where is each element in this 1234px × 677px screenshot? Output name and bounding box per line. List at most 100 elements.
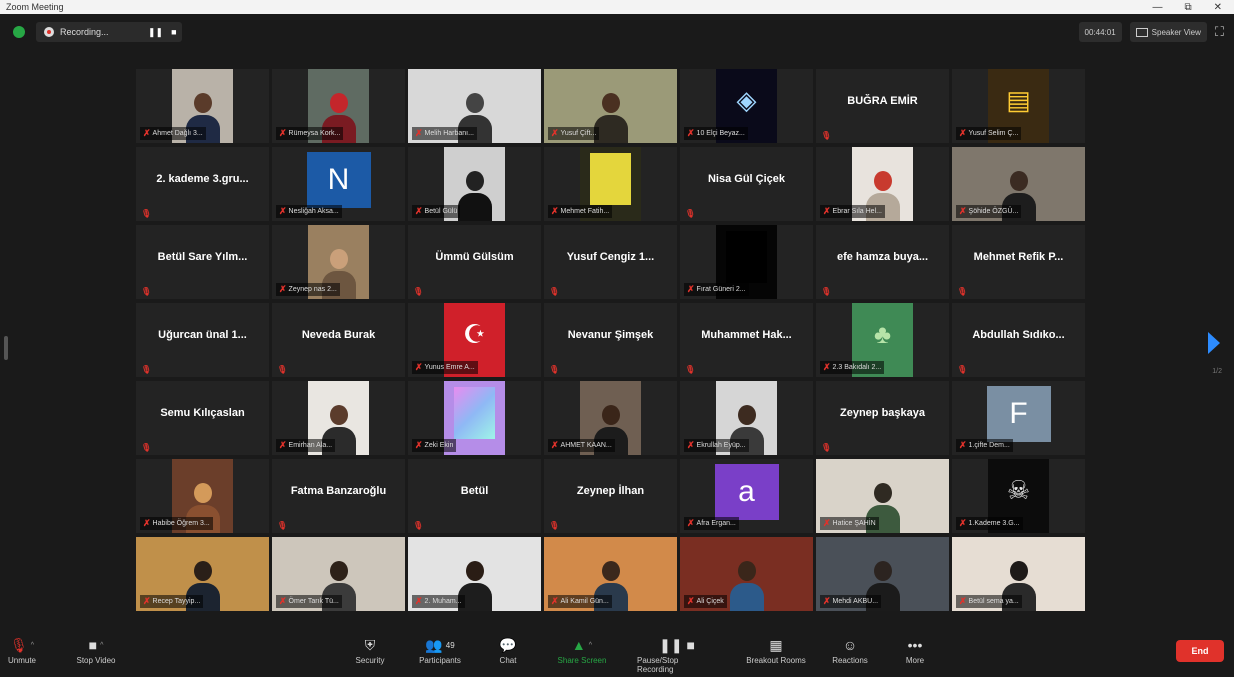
pause-recording-button[interactable]: ❚❚ bbox=[148, 27, 163, 38]
participant-name: Uğurcan ünal 1... bbox=[158, 329, 247, 341]
participant-tile[interactable]: ✗ Hatice ŞAHİN bbox=[816, 459, 949, 533]
chevron-up-icon[interactable]: ^ bbox=[31, 642, 34, 649]
participant-tile[interactable]: ✗ Ahmet Dağlı 3... bbox=[136, 69, 269, 143]
profile-image bbox=[590, 153, 631, 205]
participant-tile[interactable]: Muhammet Hak... 🎙 bbox=[680, 303, 813, 377]
fullscreen-icon[interactable]: ⛶ bbox=[1215, 24, 1224, 40]
participant-tile[interactable]: ✗ Ebrar Sıla Hel... bbox=[816, 147, 949, 221]
person-head bbox=[193, 561, 212, 581]
stop-recording-button[interactable]: ■ bbox=[171, 27, 176, 37]
participant-tile[interactable]: ☪ ✗ Yunus Emre A... bbox=[408, 303, 541, 377]
muted-mic-icon: 🎙 bbox=[141, 287, 152, 296]
participant-tile[interactable]: ✗ Ömer Tarık Tü... bbox=[272, 537, 405, 611]
view-controls: 00:44:01 Speaker View ⛶ bbox=[1078, 22, 1224, 42]
participant-tile[interactable]: Zeynep İlhan 🎙 bbox=[544, 459, 677, 533]
participant-tile[interactable]: ✗ Rümeysa Kork... bbox=[272, 69, 405, 143]
participant-tile[interactable]: Yusuf Cengiz 1... 🎙 bbox=[544, 225, 677, 299]
participant-tile[interactable]: ✗ Ali Çiçek bbox=[680, 537, 813, 611]
participant-name: Habibe Öğrem 3... bbox=[152, 520, 210, 527]
participant-label: ✗ Mehmet Fatih... bbox=[548, 205, 613, 218]
participant-tile[interactable]: ✗ Zeynep nas 2... bbox=[272, 225, 405, 299]
participant-tile[interactable]: ✗ Betül sema ya... bbox=[952, 537, 1085, 611]
participant-tile[interactable]: F ✗ 1.çifte Dem... bbox=[952, 381, 1085, 455]
participant-tile[interactable]: ✗ 2. Muham... bbox=[408, 537, 541, 611]
share-screen-button[interactable]: ▲ ^ Share Screen bbox=[542, 634, 622, 665]
muted-mic-icon: 🎙 bbox=[685, 209, 696, 218]
participant-tile[interactable]: ✗ AHMET KAAN... bbox=[544, 381, 677, 455]
participant-tile[interactable]: ✗ Ali Kamil Gün... bbox=[544, 537, 677, 611]
person-head bbox=[1009, 561, 1028, 581]
participant-name: Ekrullah Eyüp... bbox=[696, 442, 746, 449]
participant-tile[interactable]: 2. kademe 3.gru... 🎙 bbox=[136, 147, 269, 221]
participant-tile[interactable]: Betül Sare Yılm... 🎙 bbox=[136, 225, 269, 299]
participant-tile[interactable]: Fatma Banzaroğlu 🎙 bbox=[272, 459, 405, 533]
participant-tile[interactable]: ✗ Melih Harbanı... bbox=[408, 69, 541, 143]
pause-stop-recording-button[interactable]: ❚❚ ■ Pause/Stop Recording bbox=[637, 634, 717, 675]
person-head bbox=[465, 93, 484, 113]
previous-page-handle[interactable] bbox=[4, 336, 8, 360]
participant-name: 1.çifte Dem... bbox=[968, 442, 1010, 449]
muted-mic-icon: 🎙 bbox=[821, 131, 832, 140]
participant-tile[interactable]: ▤ ✗ Yusuf Selim Ç... bbox=[952, 69, 1085, 143]
next-page-arrow-icon[interactable] bbox=[1208, 332, 1220, 354]
person-head bbox=[329, 405, 348, 425]
person-head bbox=[873, 483, 892, 503]
maximize-button[interactable]: ⧉ bbox=[1184, 2, 1191, 13]
participant-tile[interactable]: Uğurcan ünal 1... 🎙 bbox=[136, 303, 269, 377]
participant-tile[interactable]: ✗ Habibe Öğrem 3... bbox=[136, 459, 269, 533]
participant-tile[interactable]: ✗ Fırat Güneri 2... bbox=[680, 225, 813, 299]
participant-tile[interactable]: ☠ ✗ 1.Kademe 3.G... bbox=[952, 459, 1085, 533]
speaker-view-button[interactable]: Speaker View bbox=[1129, 22, 1207, 42]
participant-tile[interactable]: ✗ Şöhide ÖZGÜ... bbox=[952, 147, 1085, 221]
meeting-timer: 00:44:01 bbox=[1078, 22, 1122, 42]
participant-tile[interactable]: Betül 🎙 bbox=[408, 459, 541, 533]
participant-tile[interactable]: Mehmet Refik P... 🎙 bbox=[952, 225, 1085, 299]
participant-tile[interactable]: ♣ ✗ 2.3 Bakıdalı 2... bbox=[816, 303, 949, 377]
muted-mic-icon: 🎙 bbox=[141, 209, 152, 218]
participant-tile[interactable]: a ✗ Afra Ergan... bbox=[680, 459, 813, 533]
participant-tile[interactable]: ✗ Yusuf Çift... bbox=[544, 69, 677, 143]
end-meeting-button[interactable]: End bbox=[1176, 640, 1224, 662]
participant-tile[interactable]: Zeynep başkaya 🎙 bbox=[816, 381, 949, 455]
close-button[interactable]: ✕ bbox=[1214, 2, 1222, 13]
muted-mic-icon: ✗ bbox=[687, 128, 695, 138]
muted-mic-icon: 🎙 bbox=[821, 443, 832, 452]
participant-tile[interactable]: N ✗ Nesliğah Aksa... bbox=[272, 147, 405, 221]
muted-mic-icon: 🎙 bbox=[141, 443, 152, 452]
unmute-button[interactable]: 🎙 ^ Unmute bbox=[0, 634, 62, 666]
participant-tile[interactable]: ✗ Zeki Ekin bbox=[408, 381, 541, 455]
participant-tile[interactable]: Semu Kılıçaslan 🎙 bbox=[136, 381, 269, 455]
participant-tile[interactable]: Ümmü Gülsüm 🎙 bbox=[408, 225, 541, 299]
breakout-rooms-button[interactable]: ▦ Breakout Rooms bbox=[736, 634, 816, 666]
profile-image-icon: ♣ bbox=[873, 319, 892, 349]
muted-mic-icon: ✗ bbox=[143, 128, 151, 138]
chevron-up-icon[interactable]: ^ bbox=[589, 642, 592, 649]
stop-video-button[interactable]: ■ ^ Stop Video bbox=[56, 634, 136, 665]
chat-label: Chat bbox=[499, 656, 517, 665]
participant-tile[interactable]: ◈ ✗ 10 Elçi Beyaz... bbox=[680, 69, 813, 143]
participant-tile[interactable]: efe hamza buya... 🎙 bbox=[816, 225, 949, 299]
stop-video-glyph: ■ bbox=[88, 637, 98, 653]
participant-tile[interactable]: ✗ Mehmet Fatih... bbox=[544, 147, 677, 221]
participant-tile[interactable]: ✗ Mehdi AKBU... bbox=[816, 537, 949, 611]
encryption-shield-icon[interactable] bbox=[13, 26, 25, 38]
participant-tile[interactable]: ✗ Betül Gülü bbox=[408, 147, 541, 221]
participant-tile[interactable]: ✗ Ekrullah Eyüp... bbox=[680, 381, 813, 455]
muted-mic-icon: 🎙 bbox=[957, 287, 968, 296]
person-head bbox=[601, 405, 620, 425]
participant-tile[interactable]: ✗ Emirhan Ala... bbox=[272, 381, 405, 455]
share-screen-label: Share Screen bbox=[557, 656, 607, 665]
participant-tile[interactable]: Nisa Gül Çiçek 🎙 bbox=[680, 147, 813, 221]
minimize-button[interactable]: — bbox=[1152, 2, 1162, 13]
more-button[interactable]: ••• More bbox=[875, 634, 955, 665]
chevron-up-icon[interactable]: ^ bbox=[100, 642, 103, 649]
participant-tile[interactable]: Abdullah Sıdıko... 🎙 bbox=[952, 303, 1085, 377]
participant-tile[interactable]: Nevanur Şimşek 🎙 bbox=[544, 303, 677, 377]
participant-tile[interactable]: ✗ Recep Tayyip... bbox=[136, 537, 269, 611]
security-button[interactable]: ⛨ Security bbox=[330, 634, 410, 666]
participant-label: ✗ Melih Harbanı... bbox=[412, 127, 477, 140]
participant-label: ✗ Hatice ŞAHİN bbox=[820, 517, 879, 530]
participant-tile[interactable]: BUĞRA EMİR 🎙 bbox=[816, 69, 949, 143]
chat-button[interactable]: 💬 Chat bbox=[468, 634, 548, 666]
participant-tile[interactable]: Neveda Burak 🎙 bbox=[272, 303, 405, 377]
